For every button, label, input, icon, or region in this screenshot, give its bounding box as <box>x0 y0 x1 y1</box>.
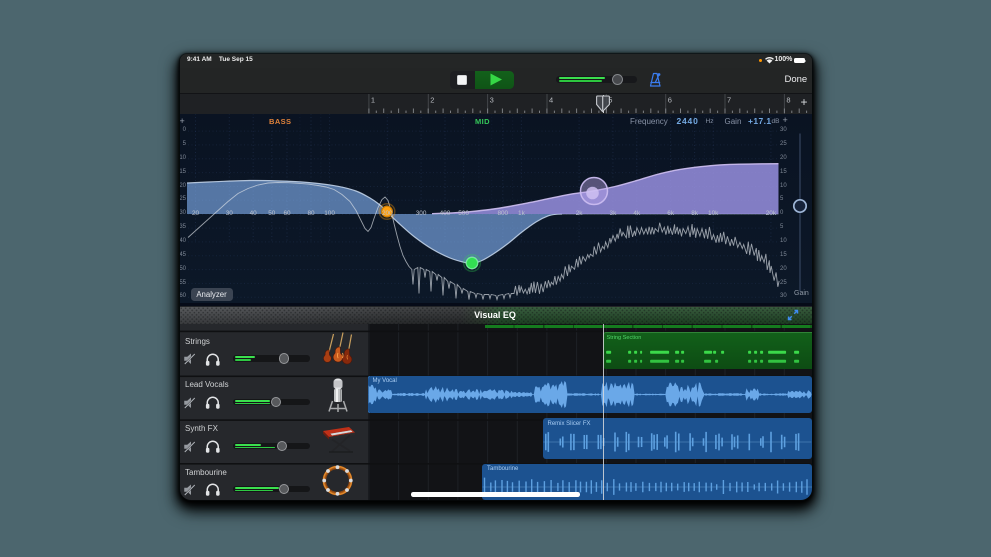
svg-text:6: 6 <box>668 95 672 104</box>
svg-text:1: 1 <box>371 95 375 104</box>
svg-text:8: 8 <box>786 95 790 104</box>
svg-text:2: 2 <box>430 95 434 104</box>
svg-text:3: 3 <box>490 95 494 104</box>
svg-text:4: 4 <box>549 95 553 104</box>
svg-text:7: 7 <box>727 95 731 104</box>
